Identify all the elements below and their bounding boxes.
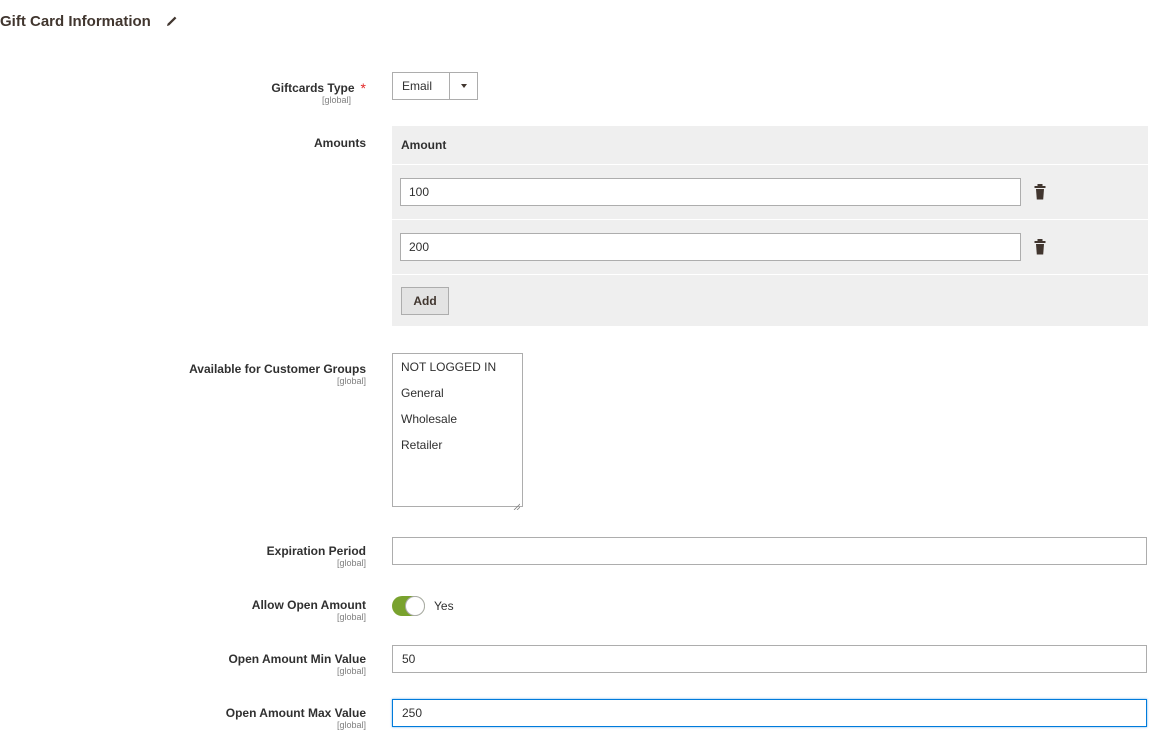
amount-input-2[interactable] — [400, 233, 1021, 261]
dropdown-toggle[interactable] — [449, 73, 477, 99]
open-amount-min-label-group: Open Amount Min Value [global] — [228, 652, 366, 676]
giftcards-type-select-box[interactable]: Email — [392, 72, 478, 100]
open-amount-max-label-group: Open Amount Max Value [global] — [226, 706, 366, 730]
section-title[interactable]: Gift Card Information — [0, 10, 179, 32]
trash-icon[interactable] — [1033, 183, 1047, 201]
open-amount-min-control — [392, 645, 1147, 673]
amounts-grid: Amount 100 200 Add — [392, 126, 1148, 326]
open-amount-min-label: Open Amount Min Value — [228, 652, 366, 666]
allow-open-amount-label: Allow Open Amount — [251, 598, 366, 612]
customer-group-option[interactable]: General — [393, 384, 522, 410]
amount-row-2 — [392, 220, 1148, 275]
giftcards-type-label: Giftcards Type — [271, 81, 355, 95]
resize-grip-icon[interactable] — [513, 497, 521, 511]
required-star-icon: * — [360, 80, 366, 96]
expiration-period-label-group: Expiration Period [global] — [267, 544, 366, 568]
chevron-down-icon — [460, 84, 467, 88]
amount-row-1 — [392, 165, 1148, 220]
amounts-label: Amounts — [314, 136, 366, 150]
customer-group-option[interactable]: NOT LOGGED IN — [393, 358, 522, 384]
allow-open-amount-toggle[interactable] — [392, 596, 425, 616]
expiration-period-input[interactable] — [392, 537, 1147, 565]
customer-groups-label: Available for Customer Groups — [189, 362, 366, 376]
customer-group-option[interactable]: Retailer — [393, 436, 522, 462]
customer-groups-listbox[interactable]: NOT LOGGED IN General Wholesale Retailer — [392, 353, 523, 511]
open-amount-max-input[interactable] — [392, 699, 1147, 727]
giftcards-type-label-line: Giftcards Type * — [271, 80, 366, 95]
open-amount-max-label: Open Amount Max Value — [225, 706, 366, 720]
amounts-footer: Add — [392, 275, 1148, 326]
customer-groups-scope: [global] — [336, 376, 366, 386]
trash-icon[interactable] — [1033, 238, 1047, 256]
giftcards-type-value: Email — [402, 79, 433, 93]
allow-open-amount-control: Yes — [392, 596, 454, 616]
pencil-icon[interactable] — [165, 14, 179, 28]
section-title-text: Gift Card Information — [0, 12, 151, 30]
amounts-grid-body: Amount 100 200 Add — [392, 126, 1148, 326]
customer-group-option[interactable]: Wholesale — [393, 410, 522, 436]
expiration-period-control — [392, 537, 1147, 565]
giftcards-type-select[interactable]: Email — [392, 72, 478, 100]
open-amount-max-control — [392, 699, 1147, 727]
giftcards-type-scope: [global] — [321, 95, 351, 105]
allow-open-amount-scope: [global] — [336, 612, 366, 622]
open-amount-min-scope: [global] — [336, 666, 366, 676]
amounts-label-group: Amounts — [314, 136, 366, 150]
amounts-column-header: Amount — [392, 126, 1148, 165]
expiration-period-scope: [global] — [336, 558, 366, 568]
giftcards-type-label-group: Giftcards Type * [global] — [271, 80, 366, 105]
allow-open-amount-state: Yes — [434, 599, 454, 613]
customer-groups-multiselect[interactable]: NOT LOGGED IN General Wholesale Retailer — [392, 353, 523, 511]
amount-input-1[interactable] — [400, 178, 1021, 206]
open-amount-min-input[interactable] — [392, 645, 1147, 673]
expiration-period-label: Expiration Period — [266, 544, 366, 558]
allow-open-amount-label-group: Allow Open Amount [global] — [252, 598, 366, 622]
customer-groups-label-group: Available for Customer Groups [global] — [189, 362, 366, 386]
add-amount-button[interactable]: Add — [401, 286, 449, 315]
toggle-knob — [405, 596, 425, 616]
allow-open-amount-toggle-wrap[interactable]: Yes — [392, 596, 454, 616]
open-amount-max-scope: [global] — [336, 720, 366, 730]
